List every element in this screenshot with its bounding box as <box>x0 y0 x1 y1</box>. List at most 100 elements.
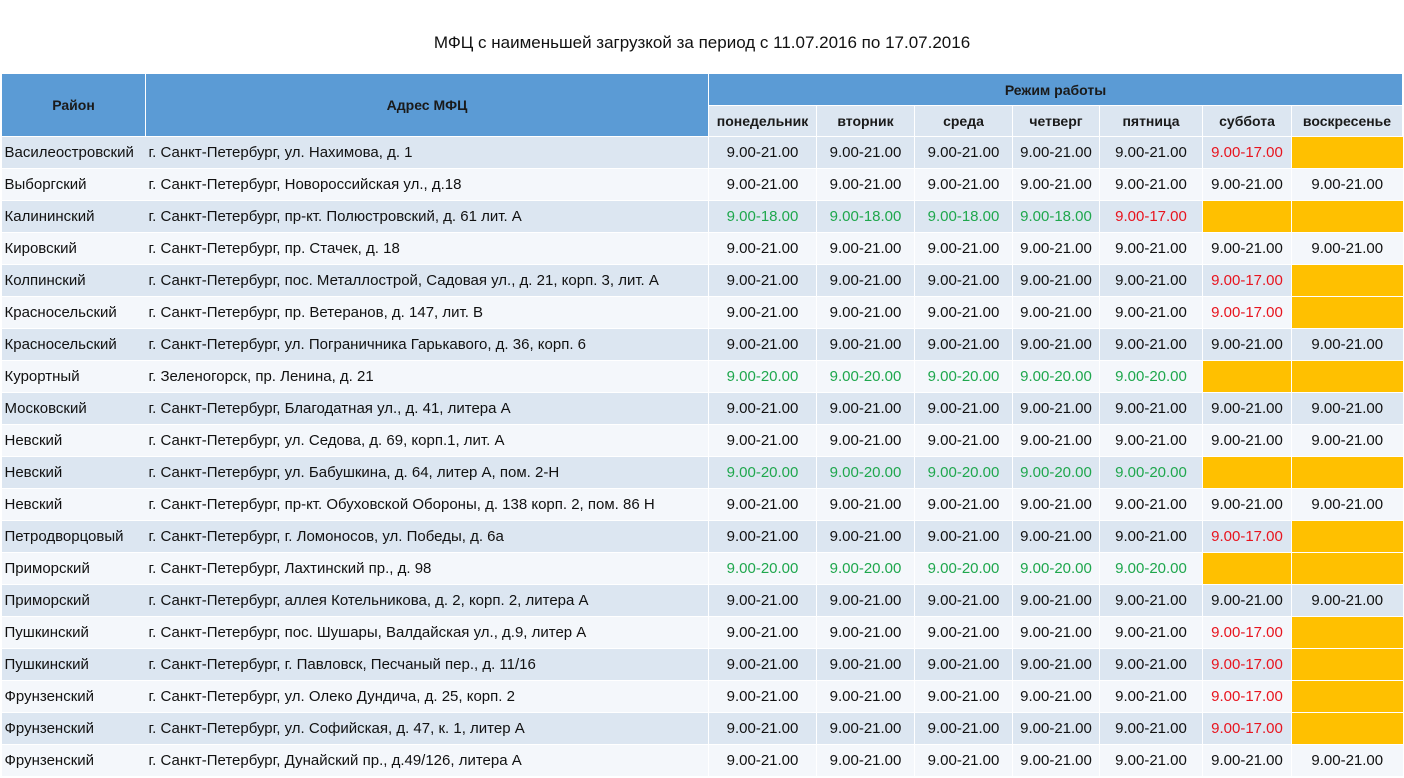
cell-hours[interactable]: 9.00-21.00 <box>816 264 915 297</box>
cell-hours[interactable]: 9.00-20.00 <box>1099 360 1203 393</box>
table-row[interactable]: Невский г. Санкт-Петербург, пр-кт. Обухов… <box>1 488 1403 521</box>
cell-district[interactable]: Приморский <box>1 552 146 585</box>
cell-hours[interactable]: 9.00-21.00 <box>816 584 915 617</box>
cell-address[interactable]: г. Санкт-Петербург, аллея Котельникова, … <box>145 584 709 617</box>
cell-hours[interactable]: 9.00-21.00 <box>816 616 915 649</box>
cell-address[interactable]: г. Санкт-Петербург, ул. Седова, д. 69, к… <box>145 424 709 457</box>
cell-address[interactable]: г. Санкт-Петербург, ул. Софийская, д. 47… <box>145 712 709 745</box>
cell-hours[interactable]: 9.00-21.00 <box>1099 680 1203 713</box>
cell-hours[interactable]: 9.00-21.00 <box>1099 744 1203 777</box>
cell-hours[interactable]: 9.00-21.00 <box>708 680 817 713</box>
cell-hours[interactable] <box>1291 552 1403 585</box>
cell-hours[interactable]: 9.00-21.00 <box>914 296 1013 329</box>
cell-hours[interactable]: 9.00-21.00 <box>914 584 1013 617</box>
cell-hours[interactable]: 9.00-18.00 <box>914 200 1013 233</box>
cell-hours[interactable]: 9.00-21.00 <box>914 392 1013 425</box>
cell-hours[interactable]: 9.00-21.00 <box>1099 136 1203 169</box>
cell-address[interactable]: г. Санкт-Петербург, пр. Стачек, д. 18 <box>145 232 709 265</box>
cell-address[interactable]: г. Санкт-Петербург, Дунайский пр., д.49/… <box>145 744 709 777</box>
cell-hours[interactable]: 9.00-21.00 <box>1202 328 1292 361</box>
cell-hours[interactable]: 9.00-21.00 <box>1099 264 1203 297</box>
cell-hours[interactable]: 9.00-21.00 <box>1012 392 1100 425</box>
cell-hours[interactable]: 9.00-21.00 <box>1012 488 1100 521</box>
cell-hours[interactable]: 9.00-21.00 <box>1202 584 1292 617</box>
cell-hours[interactable]: 9.00-21.00 <box>1012 264 1100 297</box>
cell-district[interactable]: Курортный <box>1 360 146 393</box>
cell-hours[interactable]: 9.00-21.00 <box>1012 712 1100 745</box>
cell-hours[interactable]: 9.00-21.00 <box>1202 168 1292 201</box>
cell-hours[interactable]: 9.00-21.00 <box>816 520 915 553</box>
cell-hours[interactable]: 9.00-20.00 <box>1099 552 1203 585</box>
cell-hours[interactable]: 9.00-21.00 <box>816 328 915 361</box>
cell-district[interactable]: Невский <box>1 488 146 521</box>
cell-hours[interactable]: 9.00-21.00 <box>1291 168 1403 201</box>
table-row[interactable]: Приморский г. Санкт-Петербург, аллея Коте… <box>1 584 1403 617</box>
table-row[interactable]: Фрунзенский г. Санкт-Петербург, Дунайский… <box>1 744 1403 777</box>
cell-hours[interactable]: 9.00-21.00 <box>708 296 817 329</box>
cell-hours[interactable]: 9.00-21.00 <box>816 680 915 713</box>
cell-hours[interactable]: 9.00-21.00 <box>708 712 817 745</box>
cell-address[interactable]: г. Санкт-Петербург, г. Павловск, Песчаны… <box>145 648 709 681</box>
cell-hours[interactable]: 9.00-21.00 <box>816 424 915 457</box>
cell-hours[interactable]: 9.00-21.00 <box>1012 296 1100 329</box>
cell-hours[interactable] <box>1291 360 1403 393</box>
cell-address[interactable]: г. Санкт-Петербург, Благодатная ул., д. … <box>145 392 709 425</box>
cell-district[interactable]: Пушкинский <box>1 616 146 649</box>
cell-district[interactable]: Невский <box>1 424 146 457</box>
cell-hours[interactable]: 9.00-20.00 <box>708 360 817 393</box>
table-row[interactable]: Курортный г. Зеленогорск, пр. Ленина, д. … <box>1 360 1403 393</box>
cell-hours[interactable]: 9.00-17.00 <box>1202 264 1292 297</box>
cell-hours[interactable]: 9.00-17.00 <box>1099 200 1203 233</box>
cell-hours[interactable]: 9.00-21.00 <box>1012 168 1100 201</box>
cell-district[interactable]: Калининский <box>1 200 146 233</box>
cell-address[interactable]: г. Санкт-Петербург, пос. Металлострой, С… <box>145 264 709 297</box>
cell-hours[interactable]: 9.00-20.00 <box>708 456 817 489</box>
cell-hours[interactable]: 9.00-21.00 <box>1099 328 1203 361</box>
cell-hours[interactable]: 9.00-21.00 <box>914 488 1013 521</box>
cell-hours[interactable]: 9.00-20.00 <box>914 552 1013 585</box>
cell-hours[interactable]: 9.00-21.00 <box>1099 616 1203 649</box>
table-row[interactable]: Колпинский г. Санкт-Петербург, пос. Метал… <box>1 264 1403 297</box>
cell-hours[interactable]: 9.00-21.00 <box>708 136 817 169</box>
cell-hours[interactable]: 9.00-21.00 <box>1099 232 1203 265</box>
cell-hours[interactable]: 9.00-21.00 <box>1012 328 1100 361</box>
cell-district[interactable]: Фрунзенский <box>1 712 146 745</box>
cell-hours[interactable]: 9.00-21.00 <box>914 712 1013 745</box>
cell-hours[interactable]: 9.00-21.00 <box>816 712 915 745</box>
cell-hours[interactable]: 9.00-21.00 <box>914 136 1013 169</box>
cell-hours[interactable]: 9.00-21.00 <box>816 136 915 169</box>
cell-district[interactable]: Фрунзенский <box>1 744 146 777</box>
cell-hours[interactable]: 9.00-21.00 <box>708 616 817 649</box>
cell-hours[interactable]: 9.00-21.00 <box>1291 232 1403 265</box>
cell-hours[interactable]: 9.00-21.00 <box>816 488 915 521</box>
cell-hours[interactable]: 9.00-21.00 <box>914 168 1013 201</box>
cell-hours[interactable]: 9.00-21.00 <box>914 264 1013 297</box>
cell-hours[interactable]: 9.00-21.00 <box>1099 424 1203 457</box>
cell-hours[interactable]: 9.00-21.00 <box>1099 520 1203 553</box>
cell-address[interactable]: г. Санкт-Петербург, ул. Олеко Дундича, д… <box>145 680 709 713</box>
cell-hours[interactable]: 9.00-21.00 <box>914 520 1013 553</box>
cell-hours[interactable]: 9.00-21.00 <box>1012 520 1100 553</box>
cell-hours[interactable]: 9.00-21.00 <box>708 584 817 617</box>
cell-hours[interactable]: 9.00-21.00 <box>708 232 817 265</box>
cell-address[interactable]: г. Санкт-Петербург, ул. Бабушкина, д. 64… <box>145 456 709 489</box>
cell-hours[interactable]: 9.00-20.00 <box>816 456 915 489</box>
cell-hours[interactable] <box>1291 680 1403 713</box>
cell-hours[interactable]: 9.00-21.00 <box>708 488 817 521</box>
cell-hours[interactable]: 9.00-17.00 <box>1202 296 1292 329</box>
cell-address[interactable]: г. Санкт-Петербург, г. Ломоносов, ул. По… <box>145 520 709 553</box>
table-row[interactable]: Московский г. Санкт-Петербург, Благодатн… <box>1 392 1403 425</box>
cell-hours[interactable] <box>1291 456 1403 489</box>
cell-hours[interactable]: 9.00-21.00 <box>708 168 817 201</box>
cell-district[interactable]: Василеостровский <box>1 136 146 169</box>
cell-hours[interactable]: 9.00-21.00 <box>914 328 1013 361</box>
cell-hours[interactable]: 9.00-21.00 <box>1099 296 1203 329</box>
cell-hours[interactable]: 9.00-21.00 <box>708 744 817 777</box>
cell-hours[interactable]: 9.00-21.00 <box>1012 744 1100 777</box>
cell-district[interactable]: Московский <box>1 392 146 425</box>
cell-hours[interactable] <box>1202 360 1292 393</box>
cell-hours[interactable]: 9.00-21.00 <box>1012 584 1100 617</box>
table-row[interactable]: Петродворцовый г. Санкт-Петербург, г. Лом… <box>1 520 1403 553</box>
cell-hours[interactable]: 9.00-21.00 <box>914 648 1013 681</box>
cell-hours[interactable]: 9.00-21.00 <box>1202 232 1292 265</box>
